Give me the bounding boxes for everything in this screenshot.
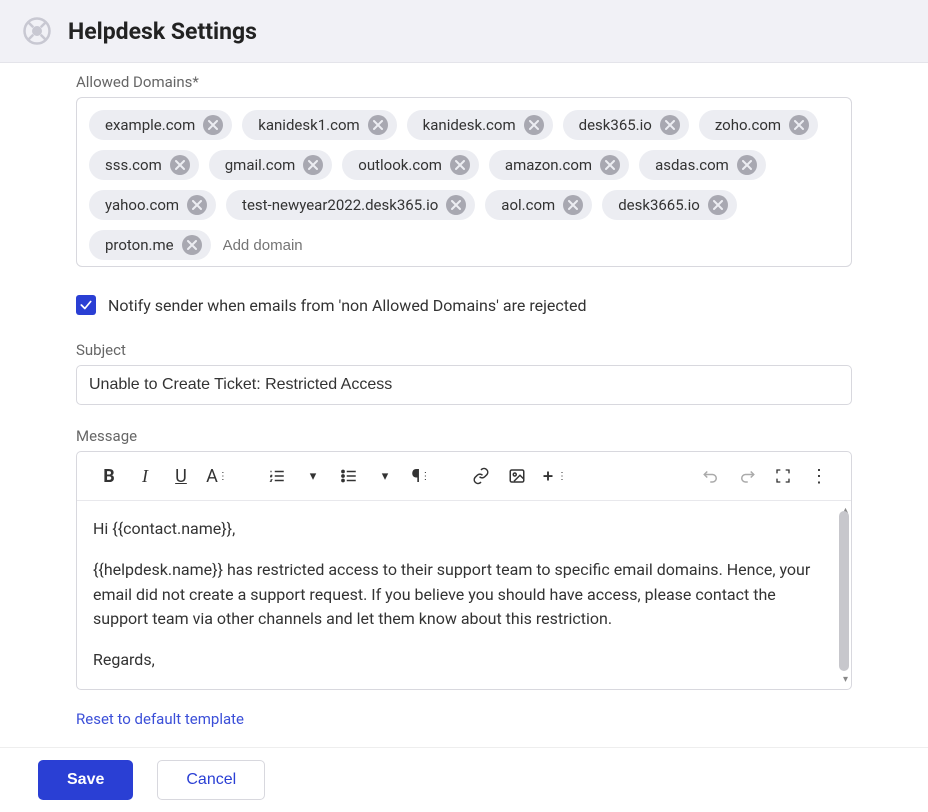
domain-chip-label: zoho.com: [715, 116, 781, 134]
domain-chip-label: yahoo.com: [105, 196, 179, 214]
domain-chip-label: gmail.com: [225, 156, 296, 174]
domain-chip-label: asdas.com: [655, 156, 729, 174]
remove-domain-icon[interactable]: [170, 155, 190, 175]
domain-chip: asdas.com: [639, 150, 766, 180]
remove-domain-icon[interactable]: [446, 195, 466, 215]
notify-checkbox-row: Notify sender when emails from 'non Allo…: [76, 295, 852, 315]
remove-domain-icon[interactable]: [450, 155, 470, 175]
remove-domain-icon[interactable]: [737, 155, 757, 175]
domain-chip: aol.com: [485, 190, 592, 220]
domain-chip: desk3665.io: [602, 190, 737, 220]
save-button[interactable]: Save: [38, 760, 133, 800]
image-icon[interactable]: [501, 460, 533, 492]
reset-template-link[interactable]: Reset to default template: [76, 710, 244, 728]
remove-domain-icon[interactable]: [303, 155, 323, 175]
ordered-list-dropdown-icon[interactable]: ▾: [297, 460, 329, 492]
undo-icon[interactable]: [695, 460, 727, 492]
domain-chip: yahoo.com: [89, 190, 216, 220]
domain-chip-label: test-newyear2022.desk365.io: [242, 196, 438, 214]
page-header: Helpdesk Settings: [0, 0, 928, 63]
domain-chip-label: desk365.io: [579, 116, 652, 134]
domain-chip-label: proton.me: [105, 236, 174, 254]
italic-icon[interactable]: I: [129, 460, 161, 492]
message-body[interactable]: ▴ Hi {{contact.name}}, {{helpdesk.name}}…: [77, 501, 851, 689]
allowed-domains-box[interactable]: example.com kanidesk1.com kanidesk.com desk…: [76, 97, 852, 267]
font-size-icon[interactable]: A⋮: [201, 460, 233, 492]
underline-icon[interactable]: U: [165, 460, 197, 492]
unordered-list-icon[interactable]: [333, 460, 365, 492]
more-options-icon[interactable]: ⋮: [803, 460, 835, 492]
domain-chip-label: outlook.com: [358, 156, 442, 174]
domain-chip: proton.me: [89, 230, 211, 260]
domain-chip: amazon.com: [489, 150, 629, 180]
domain-chip-label: example.com: [105, 116, 195, 134]
domain-chip-label: aol.com: [501, 196, 555, 214]
bold-icon[interactable]: B: [93, 460, 125, 492]
add-domain-input[interactable]: [221, 230, 424, 260]
footer-actions: Save Cancel: [0, 747, 928, 812]
scroll-down-icon[interactable]: ▾: [843, 672, 848, 688]
domain-chip-label: sss.com: [105, 156, 162, 174]
domain-chip: test-newyear2022.desk365.io: [226, 190, 475, 220]
insert-more-icon[interactable]: ⋮: [537, 460, 569, 492]
remove-domain-icon[interactable]: [187, 195, 207, 215]
remove-domain-icon[interactable]: [563, 195, 583, 215]
domain-chip: sss.com: [89, 150, 199, 180]
cancel-button[interactable]: Cancel: [157, 760, 265, 800]
notify-checkbox[interactable]: [76, 295, 96, 315]
message-label: Message: [76, 427, 852, 445]
ordered-list-icon[interactable]: [261, 460, 293, 492]
helpdesk-icon: [20, 14, 54, 48]
domain-chip: example.com: [89, 110, 232, 140]
fullscreen-icon[interactable]: [767, 460, 799, 492]
notify-label: Notify sender when emails from 'non Allo…: [108, 296, 587, 315]
domain-chip: zoho.com: [699, 110, 818, 140]
unordered-list-dropdown-icon[interactable]: ▾: [369, 460, 401, 492]
message-editor: B I U A⋮ ▾ ▾ ¶⋮: [76, 451, 852, 690]
editor-toolbar: B I U A⋮ ▾ ▾ ¶⋮: [77, 452, 851, 501]
paragraph-format-icon[interactable]: ¶⋮: [405, 460, 437, 492]
message-signoff: Regards,: [93, 648, 823, 673]
remove-domain-icon[interactable]: [368, 115, 388, 135]
domain-chip: gmail.com: [209, 150, 333, 180]
domain-chip: kanidesk.com: [407, 110, 553, 140]
subject-input[interactable]: [76, 365, 852, 405]
domain-chip-label: kanidesk1.com: [258, 116, 359, 134]
editor-scrollbar[interactable]: [839, 511, 849, 671]
remove-domain-icon[interactable]: [600, 155, 620, 175]
remove-domain-icon[interactable]: [182, 235, 202, 255]
message-greeting: Hi {{contact.name}},: [93, 517, 823, 542]
message-paragraph: {{helpdesk.name}} has restricted access …: [93, 558, 823, 632]
allowed-domains-label: Allowed Domains*: [76, 73, 852, 91]
remove-domain-icon[interactable]: [789, 115, 809, 135]
page-title: Helpdesk Settings: [68, 18, 257, 45]
domain-chip: desk365.io: [563, 110, 689, 140]
redo-icon[interactable]: [731, 460, 763, 492]
domain-chip: outlook.com: [342, 150, 479, 180]
domain-chip: kanidesk1.com: [242, 110, 396, 140]
remove-domain-icon[interactable]: [524, 115, 544, 135]
remove-domain-icon[interactable]: [660, 115, 680, 135]
domain-chip-label: kanidesk.com: [423, 116, 516, 134]
link-icon[interactable]: [465, 460, 497, 492]
domain-chip-label: amazon.com: [505, 156, 592, 174]
domain-chip-label: desk3665.io: [618, 196, 700, 214]
subject-label: Subject: [76, 341, 852, 359]
remove-domain-icon[interactable]: [708, 195, 728, 215]
remove-domain-icon[interactable]: [203, 115, 223, 135]
